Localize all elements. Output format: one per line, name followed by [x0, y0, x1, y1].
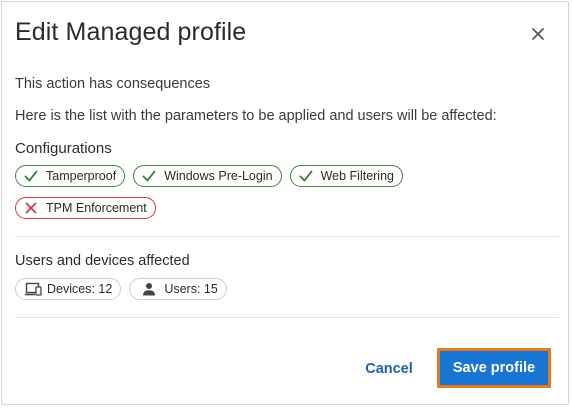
devices-icon	[24, 282, 42, 296]
affected-list: Devices: 12 Users: 15	[15, 278, 227, 300]
config-chip-tpm-enforcement: TPM Enforcement	[15, 197, 156, 219]
check-icon	[142, 170, 156, 182]
check-icon	[24, 170, 38, 182]
configurations-disabled-list: TPM Enforcement	[15, 197, 156, 219]
footer-divider	[15, 317, 559, 318]
config-chip-web-filtering: Web Filtering	[289, 165, 403, 187]
chip-label: Tamperproof	[46, 169, 117, 183]
devices-count-chip: Devices: 12	[15, 278, 122, 300]
user-icon	[143, 283, 156, 296]
cross-icon	[25, 202, 37, 214]
devices-count-label: Devices: 12	[47, 282, 113, 296]
close-button[interactable]	[528, 24, 548, 44]
config-chip-tamperproof: Tamperproof	[15, 165, 126, 187]
chip-label: TPM Enforcement	[46, 201, 147, 215]
dialog-title: Edit Managed profile	[15, 18, 247, 46]
parameters-text: Here is the list with the parameters to …	[15, 108, 497, 124]
chip-label: Windows Pre-Login	[164, 169, 273, 183]
check-icon	[299, 170, 312, 182]
close-icon	[532, 28, 544, 40]
configurations-enabled-list: Tamperproof Windows Pre-Login Web Filter…	[15, 165, 403, 187]
config-chip-windows-pre-login: Windows Pre-Login	[133, 165, 282, 187]
edit-profile-dialog: Edit Managed profile This action has con…	[1, 1, 569, 405]
affected-title: Users and devices affected	[15, 253, 190, 269]
cancel-button[interactable]: Cancel	[357, 349, 421, 389]
chip-label: Web Filtering	[320, 169, 394, 183]
users-count-label: Users: 15	[164, 282, 218, 296]
section-divider	[15, 236, 559, 237]
save-profile-button[interactable]: Save profile	[437, 348, 551, 388]
configurations-title: Configurations	[15, 140, 112, 157]
consequences-text: This action has consequences	[15, 76, 211, 92]
users-count-chip: Users: 15	[129, 278, 227, 300]
